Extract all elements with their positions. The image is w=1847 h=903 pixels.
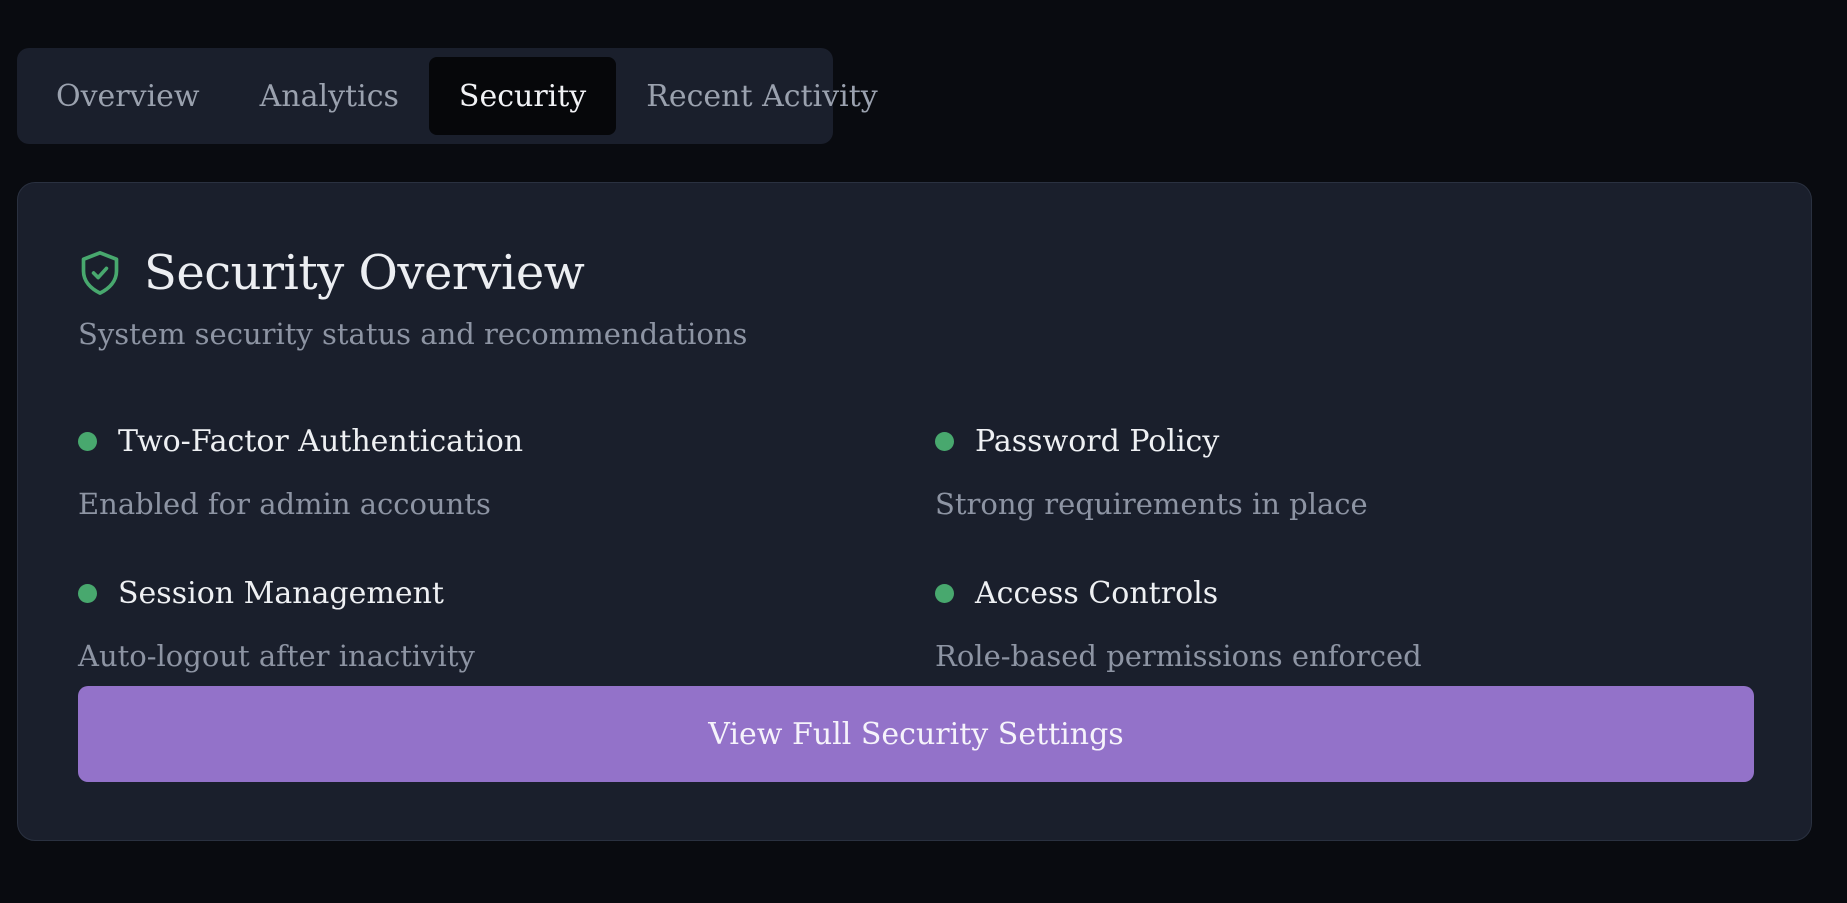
- status-dot-icon: [935, 584, 954, 603]
- tab-overview[interactable]: Overview: [26, 57, 230, 135]
- tab-recent-activity[interactable]: Recent Activity: [616, 57, 907, 135]
- status-dot-icon: [78, 432, 97, 451]
- security-item: Access Controls Role-based permissions e…: [935, 576, 1422, 673]
- card-title: Security Overview: [144, 245, 585, 301]
- view-full-security-settings-button[interactable]: View Full Security Settings: [78, 686, 1754, 782]
- security-item-title: Two-Factor Authentication: [118, 424, 524, 459]
- security-item-title: Access Controls: [975, 576, 1219, 611]
- security-item-title: Password Policy: [975, 424, 1220, 459]
- security-item-description: Strong requirements in place: [935, 487, 1368, 521]
- security-item-description: Role-based permissions enforced: [935, 639, 1422, 673]
- status-dot-icon: [78, 584, 97, 603]
- tab-security[interactable]: Security: [428, 57, 617, 135]
- security-item: Session Management Auto-logout after ina…: [78, 576, 475, 673]
- security-overview-card: Security Overview System security status…: [17, 182, 1812, 841]
- status-dot-icon: [935, 432, 954, 451]
- tab-bar: Overview Analytics Security Recent Activ…: [17, 48, 878, 144]
- security-item-description: Enabled for admin accounts: [78, 487, 491, 521]
- security-item: Password Policy Strong requirements in p…: [935, 424, 1368, 521]
- card-subtitle: System security status and recommendatio…: [78, 317, 748, 351]
- security-item: Two-Factor Authentication Enabled for ad…: [78, 424, 523, 521]
- tab-analytics[interactable]: Analytics: [230, 57, 429, 135]
- shield-check-icon: [81, 250, 119, 295]
- security-item-title: Session Management: [118, 576, 444, 611]
- card-header: Security Overview: [78, 245, 585, 301]
- security-item-description: Auto-logout after inactivity: [78, 639, 475, 673]
